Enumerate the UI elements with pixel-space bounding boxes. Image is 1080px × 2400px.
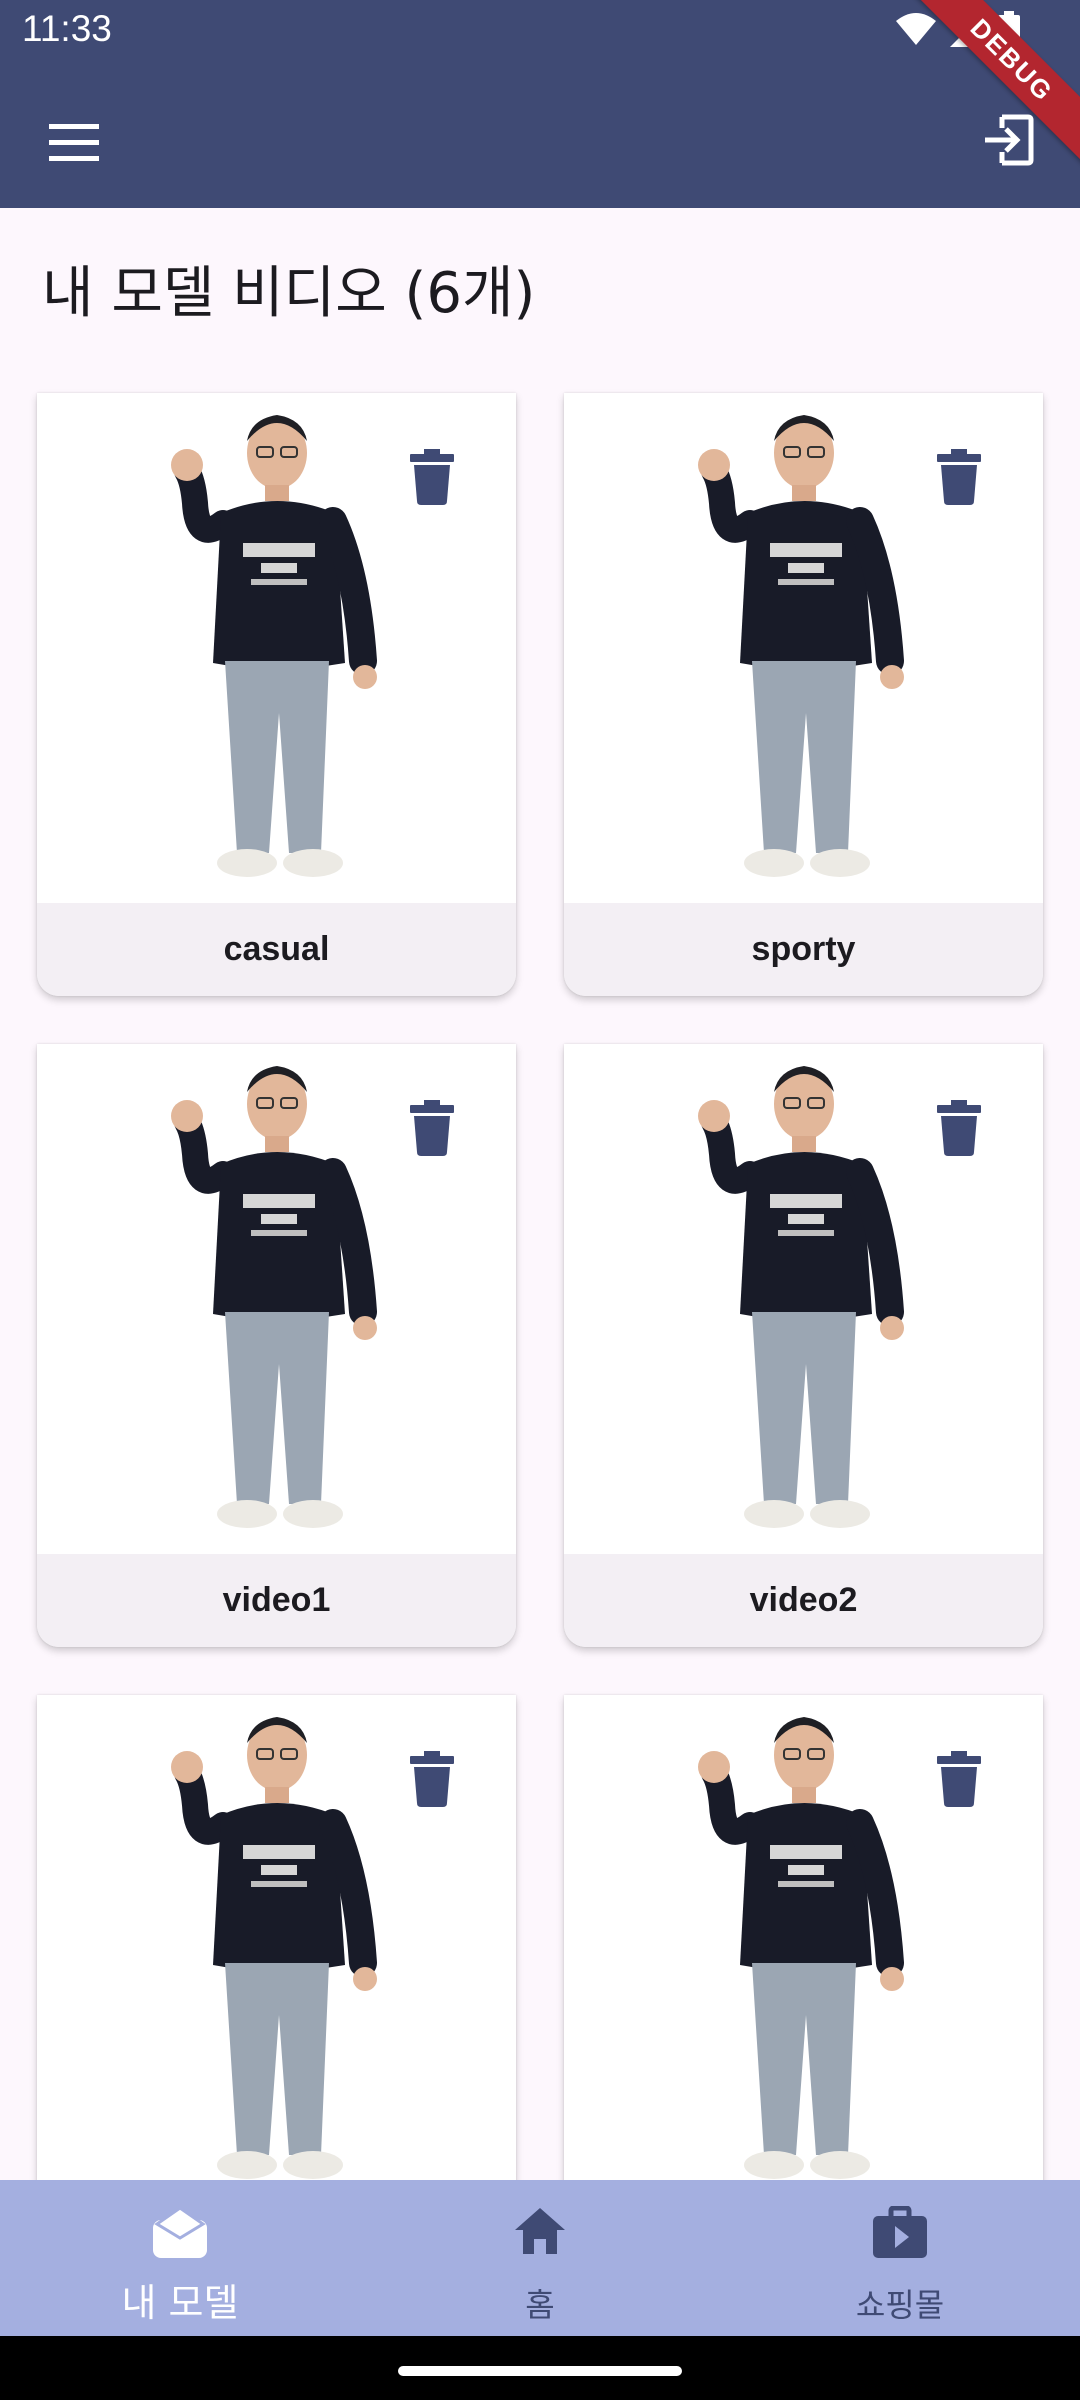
delete-button[interactable] bbox=[937, 1100, 981, 1156]
trash-icon bbox=[410, 1751, 454, 1807]
delete-button[interactable] bbox=[937, 449, 981, 505]
delete-button[interactable] bbox=[410, 1751, 454, 1807]
video-label: video1 bbox=[37, 1554, 516, 1647]
bottom-navigation: 내 모델 홈 쇼핑몰 bbox=[0, 2180, 1080, 2336]
menu-icon bbox=[49, 124, 99, 161]
nav-item-my-model[interactable]: 내 모델 bbox=[0, 2180, 360, 2336]
menu-button[interactable] bbox=[36, 105, 112, 181]
video-card[interactable]: video2 bbox=[564, 1044, 1043, 1647]
delete-button[interactable] bbox=[937, 1751, 981, 1807]
video-card[interactable]: casual bbox=[37, 393, 516, 996]
delete-button[interactable] bbox=[410, 449, 454, 505]
nav-item-home[interactable]: 홈 bbox=[360, 2180, 720, 2336]
status-time: 11:33 bbox=[22, 8, 112, 49]
video-label: casual bbox=[37, 903, 516, 996]
trash-icon bbox=[937, 1751, 981, 1807]
nav-label-my-model: 내 모델 bbox=[121, 2281, 239, 2325]
home-icon bbox=[515, 2208, 565, 2254]
trash-icon bbox=[937, 1100, 981, 1156]
nav-label-shopping: 쇼핑몰 bbox=[855, 2286, 945, 2324]
delete-button[interactable] bbox=[410, 1100, 454, 1156]
logout-icon bbox=[985, 114, 1034, 166]
page-title: 내 모델 비디오 (6개) bbox=[42, 261, 536, 326]
video-label: video2 bbox=[564, 1554, 1043, 1647]
app-bar: 11:33 DEBUG bbox=[0, 0, 1080, 208]
video-card[interactable]: sporty bbox=[564, 393, 1043, 996]
model-icon bbox=[153, 2206, 207, 2258]
video-card[interactable]: video1 bbox=[37, 1044, 516, 1647]
screen: 11:33 DEBUG 내 모델 비디오 (6개) casual sporty … bbox=[0, 0, 1080, 2400]
video-label: sporty bbox=[564, 903, 1043, 996]
nav-item-shopping[interactable]: 쇼핑몰 bbox=[720, 2180, 1080, 2336]
nav-label-home: 홈 bbox=[525, 2286, 555, 2324]
shopping-bag-icon bbox=[873, 2206, 927, 2258]
trash-icon bbox=[410, 1100, 454, 1156]
wifi-icon bbox=[896, 13, 936, 45]
logout-button[interactable] bbox=[968, 100, 1048, 180]
trash-icon bbox=[410, 449, 454, 505]
trash-icon bbox=[937, 449, 981, 505]
home-gesture-handle[interactable] bbox=[398, 2366, 682, 2376]
